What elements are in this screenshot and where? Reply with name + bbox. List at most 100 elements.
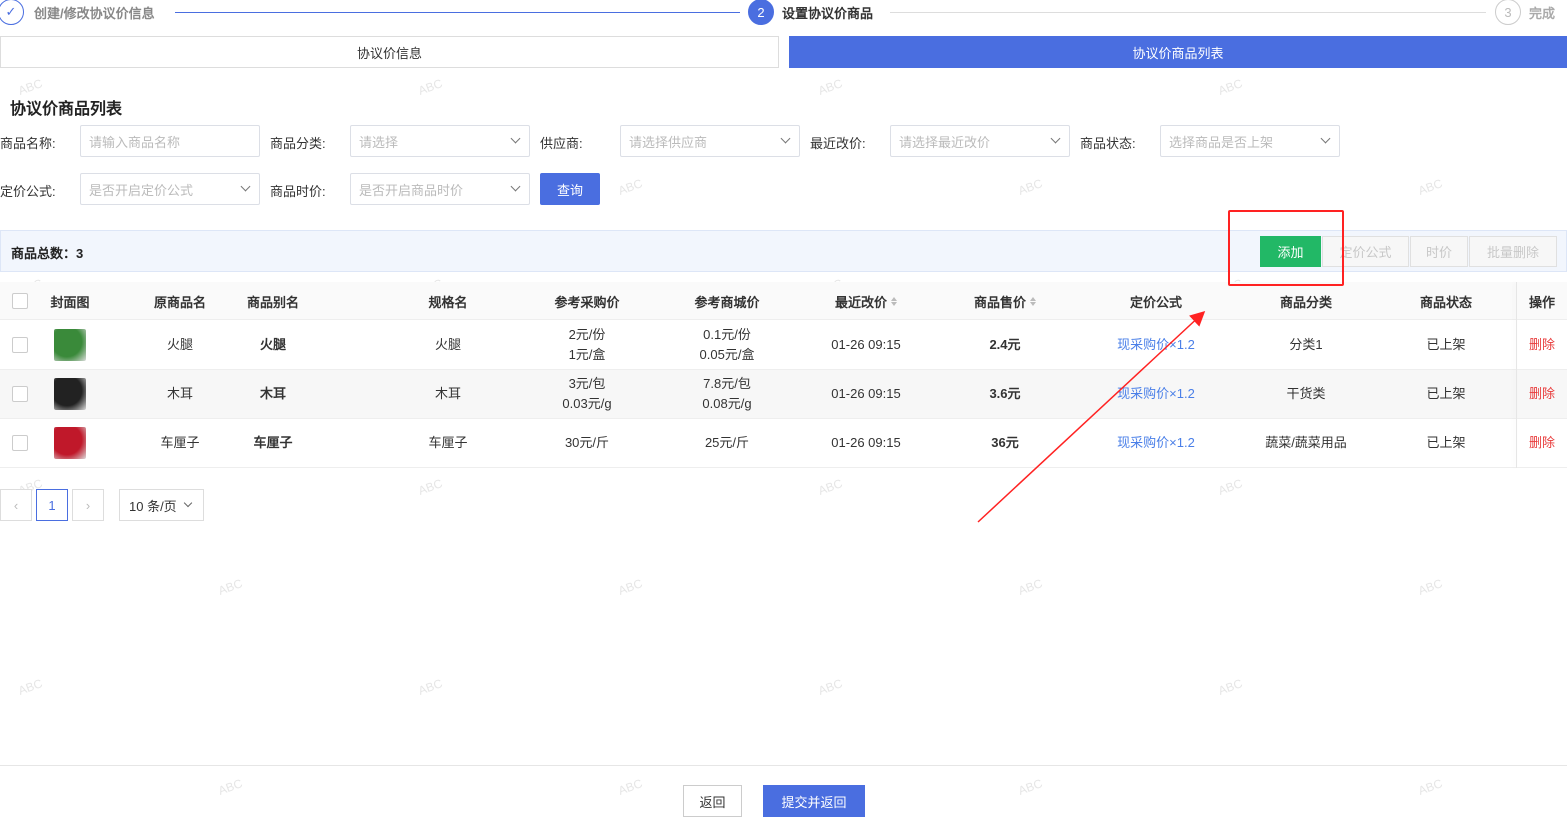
query-button[interactable]: 查询: [540, 173, 600, 205]
cell-alias: 木耳: [259, 386, 286, 401]
delete-link[interactable]: 删除: [1517, 321, 1567, 369]
cell-sale-price: 3.6元: [989, 386, 1021, 401]
delete-link[interactable]: 删除: [1517, 370, 1567, 418]
prev-page-button[interactable]: ‹: [0, 489, 32, 521]
watermark-text: ABC: [1216, 76, 1245, 98]
step-2-number: 2: [748, 0, 774, 25]
next-page-button[interactable]: ›: [72, 489, 104, 521]
row-checkbox[interactable]: [12, 386, 28, 402]
recent-price-label: 最近改价:: [810, 136, 866, 151]
watermark-text: ABC: [616, 776, 645, 798]
sort-icon[interactable]: [891, 297, 897, 306]
submit-return-button[interactable]: 提交并返回: [763, 785, 865, 817]
watermark-text: ABC: [1416, 776, 1445, 798]
watermark-text: ABC: [416, 76, 445, 98]
time-price-select[interactable]: 是否开启商品时价: [350, 173, 530, 205]
cover-image: [54, 329, 86, 361]
step-2-label: 设置协议价商品: [782, 6, 874, 21]
cell-ref-purchase-price: 2元/份 1元/盒: [527, 321, 647, 369]
cell-formula-link[interactable]: 现采购价×1.2: [1096, 419, 1216, 467]
cell-original-name: 车厘子: [160, 435, 200, 450]
watermark-text: ABC: [1216, 676, 1245, 698]
back-button[interactable]: 返回: [683, 785, 742, 817]
step-1-label: 创建/修改协议价信息: [34, 6, 155, 21]
cell-formula-link[interactable]: 现采购价×1.2: [1096, 321, 1216, 369]
watermark-text: ABC: [1416, 176, 1445, 198]
watermark-text: ABC: [616, 176, 645, 198]
col-formula: 定价公式: [1129, 294, 1182, 310]
cell-status: 已上架: [1426, 337, 1466, 352]
supplier-label: 供应商:: [540, 136, 583, 151]
chevron-down-icon: [510, 181, 521, 192]
formula-select[interactable]: 是否开启定价公式: [80, 173, 260, 205]
cell-formula-link[interactable]: 现采购价×1.2: [1096, 370, 1216, 418]
tab-agreement-info[interactable]: 协议价信息: [0, 36, 779, 68]
batch-delete-button[interactable]: 批量删除: [1469, 236, 1557, 267]
cell-alias: 火腿: [259, 337, 286, 352]
goods-name-input[interactable]: 请输入商品名称: [80, 125, 260, 157]
cell-ref-purchase-price-line1: 2元/份: [568, 327, 606, 342]
time-price-placeholder: 是否开启商品时价: [359, 182, 464, 198]
annotation-highlight-box: [1228, 210, 1344, 286]
cell-ref-mall-price-line2: 0.08元/g: [702, 396, 752, 411]
cell-spec: 火腿: [434, 337, 461, 352]
cell-ref-mall-price-line1: 0.1元/份: [703, 327, 751, 342]
col-cover: 封面图: [50, 294, 90, 310]
row-checkbox[interactable]: [12, 337, 28, 353]
table-header: 封面图 原商品名 商品别名 规格名 参考采购价 参考商城价 最近改价 商品售价 …: [0, 282, 1567, 320]
formula-label: 定价公式:: [0, 184, 56, 199]
status-select[interactable]: 选择商品是否上架: [1160, 125, 1340, 157]
time-price-button[interactable]: 时价: [1410, 236, 1468, 267]
watermark-text: ABC: [216, 576, 245, 598]
chevron-down-icon: [510, 133, 521, 144]
watermark-text: ABC: [416, 676, 445, 698]
cover-image: [54, 378, 86, 410]
watermark-text: ABC: [216, 776, 245, 798]
chevron-down-icon: [240, 181, 251, 192]
recent-price-placeholder: 请选择最近改价: [899, 134, 991, 150]
watermark-text: ABC: [1016, 576, 1045, 598]
table-row: 木耳 木耳 木耳 3元/包 0.03元/g 7.8元/包 0.08元/g 01-26 09:1…: [0, 370, 1567, 419]
goods-name-label: 商品名称:: [0, 136, 56, 151]
cell-original-name: 火腿: [166, 337, 193, 352]
col-recent-change-label: 最近改价: [834, 294, 887, 310]
cell-spec: 木耳: [434, 386, 461, 401]
page-size-select[interactable]: 10 条/页: [119, 489, 204, 521]
watermark-text: ABC: [416, 476, 445, 498]
page-1-button[interactable]: 1: [36, 489, 68, 521]
cell-ref-mall-price-line1: 7.8元/包: [703, 376, 751, 391]
col-original-name: 原商品名: [153, 294, 206, 310]
cell-recent-change: 01-26 09:15: [831, 435, 901, 450]
col-sale-price[interactable]: 商品售价: [945, 282, 1065, 320]
delete-link[interactable]: 删除: [1517, 419, 1567, 467]
chevron-down-icon: [780, 133, 791, 144]
watermark-text: ABC: [616, 576, 645, 598]
sort-icon[interactable]: [1030, 297, 1036, 306]
cell-ref-purchase-price-line2: 1元/盒: [568, 347, 606, 362]
cell-sale-price: 2.4元: [989, 337, 1021, 352]
cell-spec: 车厘子: [428, 435, 468, 450]
category-select[interactable]: 请选择: [350, 125, 530, 157]
col-recent-change[interactable]: 最近改价: [806, 282, 926, 320]
cell-ref-mall-price: 0.1元/份 0.05元/盒: [667, 321, 787, 369]
cell-ref-mall-price-line2: 0.05元/盒: [699, 347, 755, 362]
cell-original-name: 木耳: [166, 386, 193, 401]
col-category: 商品分类: [1279, 294, 1332, 310]
category-label: 商品分类:: [270, 136, 326, 151]
watermark-text: ABC: [1016, 176, 1045, 198]
watermark-text: ABC: [1016, 776, 1045, 798]
col-spec: 规格名: [428, 294, 468, 310]
cell-ref-purchase-price: 30元/斤: [527, 419, 647, 467]
chevron-down-icon: [1050, 133, 1061, 144]
step-3-number: 3: [1495, 0, 1521, 25]
cell-ref-mall-price: 7.8元/包 0.08元/g: [667, 370, 787, 418]
tab-agreement-goods[interactable]: 协议价商品列表: [789, 36, 1567, 68]
recent-price-select[interactable]: 请选择最近改价: [890, 125, 1070, 157]
select-all-checkbox[interactable]: [12, 293, 28, 309]
row-checkbox[interactable]: [12, 435, 28, 451]
col-ref-purchase-price: 参考采购价: [554, 294, 620, 310]
cell-status: 已上架: [1426, 386, 1466, 401]
watermark-text: ABC: [816, 476, 845, 498]
supplier-select[interactable]: 请选择供应商: [620, 125, 800, 157]
col-ref-mall-price: 参考商城价: [694, 294, 760, 310]
